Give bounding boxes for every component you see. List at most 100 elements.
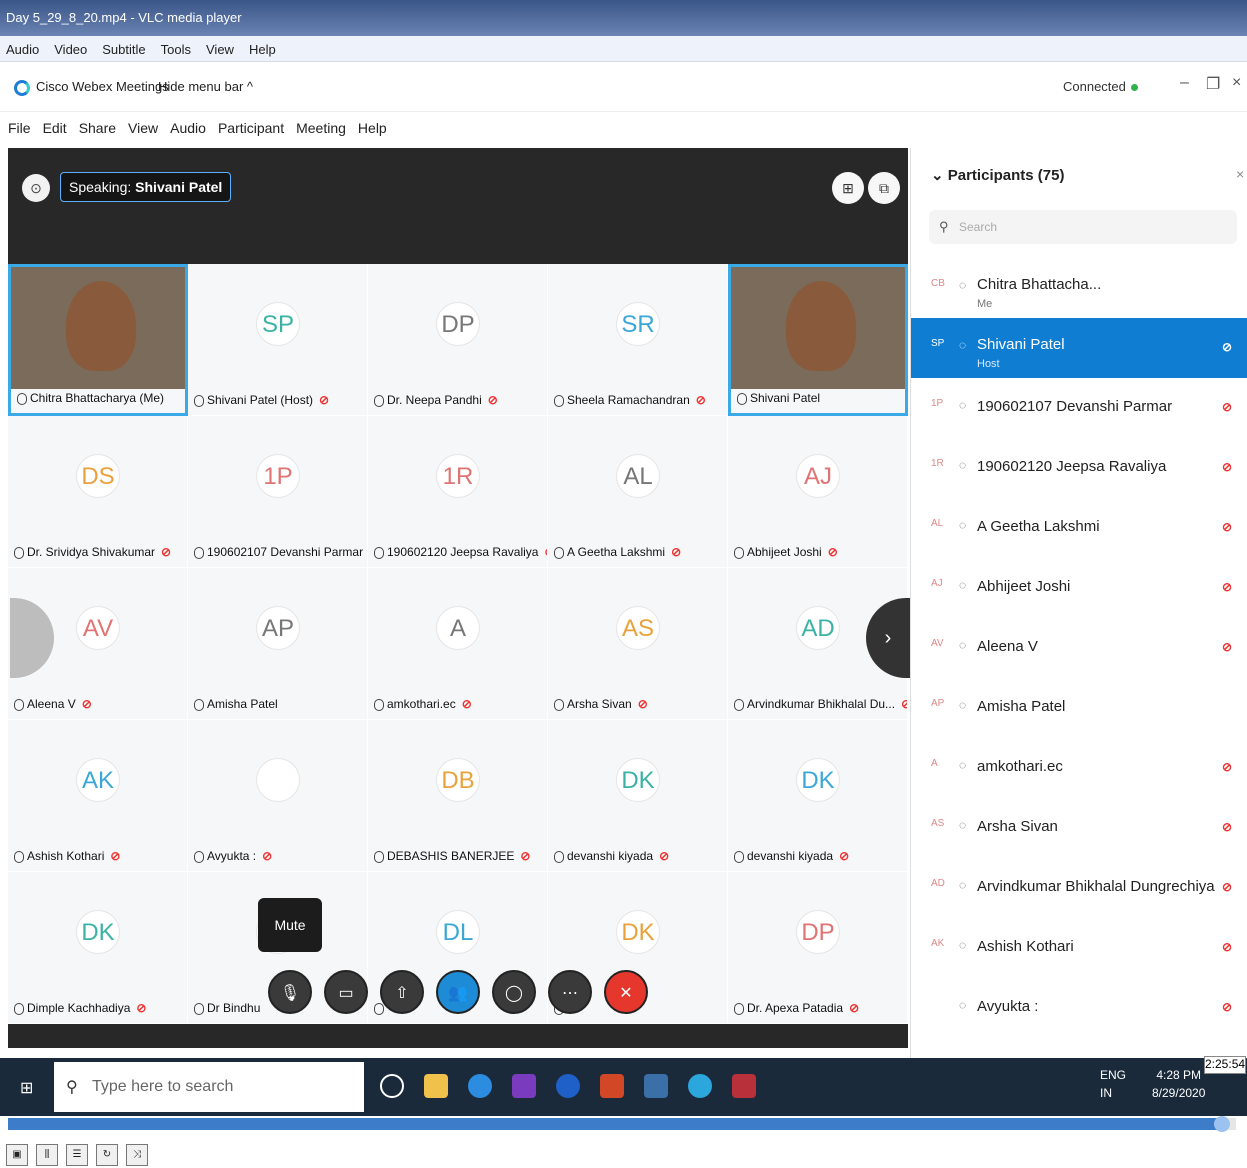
vlc-menu-item[interactable]: Audio (6, 42, 39, 57)
chat-button[interactable]: ◯ (492, 970, 536, 1014)
shuffle-icon[interactable]: ⤨ (126, 1144, 148, 1166)
participant-tile[interactable]: DK devanshi kiyada ⊘ (548, 720, 728, 872)
webex-menu-item[interactable]: Participant (218, 120, 284, 136)
language-indicator[interactable]: ENG IN (1100, 1068, 1126, 1100)
participant-list-item[interactable]: AV ◌ Aleena V ⊘ (911, 618, 1247, 678)
app-icon[interactable] (512, 1074, 536, 1098)
participant-tile[interactable]: DK devanshi kiyada ⊘ (728, 720, 908, 872)
seek-handle[interactable] (1213, 1116, 1230, 1132)
participant-list-item[interactable]: AL ◌ A Geetha Lakshmi ⊘ (911, 498, 1247, 558)
app-icon[interactable] (644, 1074, 668, 1098)
playlist-icon[interactable]: ☰ (66, 1144, 88, 1166)
participant-tile[interactable]: AS Arsha Sivan ⊘ (548, 568, 728, 720)
clock[interactable]: 4:28 PM 8/29/2020 (1152, 1066, 1205, 1102)
loop-icon[interactable]: ↻ (96, 1144, 118, 1166)
close-icon[interactable]: × (1232, 74, 1241, 92)
participant-tile[interactable]: Shivani Patel (728, 264, 908, 416)
participant-tile[interactable]: Avyukta : ⊘ (188, 720, 368, 872)
audio-icon: ◌ (959, 578, 967, 592)
vlc-menu-item[interactable]: Subtitle (102, 42, 145, 57)
muted-icon: ⊘ (110, 849, 121, 863)
webex-menu-item[interactable]: Share (79, 120, 116, 136)
microphone-icon (14, 1002, 24, 1015)
video-button[interactable]: ▭ (324, 970, 368, 1014)
grid-layout-button[interactable]: ⊞ (832, 172, 864, 204)
access-icon[interactable] (732, 1074, 756, 1098)
participant-tile[interactable]: SR Sheela Ramachandran ⊘ (548, 264, 728, 416)
participant-tile[interactable]: 1R 190602120 Jeepsa Ravaliya⊘ (368, 416, 548, 568)
participant-tile[interactable]: DP Dr. Neepa Pandhi ⊘ (368, 264, 548, 416)
participant-list-item[interactable]: AJ ◌ Abhijeet Joshi ⊘ (911, 558, 1247, 618)
participant-tile[interactable]: Chitra Bhattacharya (Me) (8, 264, 188, 416)
participant-name: Shivani Patel (Host) ⊘ (194, 393, 329, 407)
webex-menu-item[interactable]: File (8, 120, 31, 136)
webex-menu-item[interactable]: Audio (170, 120, 206, 136)
file-explorer-icon[interactable] (424, 1074, 448, 1098)
participant-list-item[interactable]: AP ◌ Amisha Patel (911, 678, 1247, 738)
leave-meeting-button[interactable]: ✕ (604, 970, 648, 1014)
participant-tile[interactable]: AJ Abhijeet Joshi ⊘ (728, 416, 908, 568)
system-tray: ENG IN (1100, 1066, 1126, 1102)
participant-list-item[interactable]: 1R ◌ 190602120 Jeepsa Ravaliya ⊘ (911, 438, 1247, 498)
edge-icon[interactable] (468, 1074, 492, 1098)
app-icon[interactable] (556, 1074, 580, 1098)
vlc-menu-item[interactable]: Help (249, 42, 276, 57)
participant-tile[interactable]: AK Ashish Kothari ⊘ (8, 720, 188, 872)
participant-tile[interactable]: SP Shivani Patel (Host) ⊘ (188, 264, 368, 416)
vlc-menu-item[interactable]: Tools (161, 42, 191, 57)
participant-list-item[interactable]: 1P ◌ 190602107 Devanshi Parmar ⊘ (911, 378, 1247, 438)
minimize-icon[interactable]: – (1180, 74, 1189, 92)
participant-list-name: 190602107 Devanshi Parmar (977, 398, 1173, 415)
mute-button[interactable]: 🎙 (268, 970, 312, 1014)
participant-tile[interactable]: DB DEBASHIS BANERJEE ⊘ (368, 720, 548, 872)
participant-tile[interactable]: DS Dr. Srividya Shivakumar ⊘ (8, 416, 188, 568)
seek-bar[interactable] (8, 1116, 1236, 1132)
participant-list-item[interactable]: SP ◌ Shivani Patel Host ⊘ (911, 318, 1247, 378)
connection-status[interactable]: Connected (1063, 79, 1138, 94)
pop-out-button[interactable]: ⧉ (868, 172, 900, 204)
vlc-menu-item[interactable]: View (206, 42, 234, 57)
close-panel-icon[interactable]: × (1236, 166, 1244, 182)
windows-start-icon[interactable]: ⊞ (20, 1078, 33, 1098)
vlc-menu-item[interactable]: Video (54, 42, 87, 57)
participant-tile[interactable]: Aamkothari.ec ⊘ (368, 568, 548, 720)
participant-name: Amisha Patel (194, 697, 278, 711)
participant-list-item[interactable]: A ◌ amkothari.ec ⊘ (911, 738, 1247, 798)
participant-tile[interactable]: AL A Geetha Lakshmi ⊘ (548, 416, 728, 568)
participant-name-text: Dr. Apexa Patadia (747, 1001, 844, 1015)
participant-list-item[interactable]: AS ◌ Arsha Sivan ⊘ (911, 798, 1247, 858)
participant-list-item[interactable]: AD ◌ Arvindkumar Bhikhalal Dungrechiya ⊘ (911, 858, 1247, 918)
audio-icon: ◌ (959, 758, 967, 772)
webex-menu-item[interactable]: Help (358, 120, 387, 136)
webex-taskbar-icon[interactable] (688, 1074, 712, 1098)
webex-menu-item[interactable]: Meeting (296, 120, 346, 136)
webex-menu-item[interactable]: Edit (43, 120, 67, 136)
speaker-view-button[interactable]: ⊙ (22, 174, 50, 202)
webex-menu-item[interactable]: View (128, 120, 158, 136)
search-icon: ⚲ (939, 219, 949, 234)
share-button[interactable]: ⇧ (380, 970, 424, 1014)
hide-menu-bar-button[interactable]: Hide menu bar ^ (158, 79, 253, 94)
participant-tile[interactable]: DK Dimple Kachhadiya ⊘ (8, 872, 188, 1024)
participants-title[interactable]: ⌄ Participants (75) (931, 166, 1064, 184)
participant-tile[interactable]: 1P 190602107 Devanshi Parmar⊘ (188, 416, 368, 568)
participant-list-item[interactable]: CB ◌ Chitra Bhattacha... Me (911, 258, 1247, 318)
participant-list-item[interactable]: AK ◌ Ashish Kothari ⊘ (911, 918, 1247, 978)
taskbar-search-input[interactable]: ⚲ Type here to search (54, 1062, 364, 1112)
participant-tile[interactable]: DP Dr. Apexa Patadia ⊘ (728, 872, 908, 1024)
equalizer-icon[interactable]: ⫼ (36, 1144, 58, 1166)
muted-icon: ⊘ (901, 697, 907, 711)
more-options-button[interactable]: ⋯ (548, 970, 592, 1014)
powerpoint-icon[interactable] (600, 1074, 624, 1098)
participants-button[interactable]: 👥 (436, 970, 480, 1014)
restore-icon[interactable]: ❐ (1206, 74, 1220, 94)
participant-search-input[interactable]: ⚲ Search (929, 210, 1237, 244)
webex-header: Cisco Webex Meetings Hide menu bar ^ Con… (0, 62, 1247, 112)
participant-name: Dr. Srividya Shivakumar ⊘ (14, 545, 171, 559)
participant-initials: CB (931, 278, 945, 289)
participant-tile[interactable]: AP Amisha Patel (188, 568, 368, 720)
participant-list-item[interactable]: ◌ Avyukta : ⊘ (911, 978, 1247, 1038)
muted-icon: ⊘ (1221, 1000, 1232, 1014)
task-view-icon[interactable] (380, 1074, 404, 1098)
frame-icon[interactable]: ▣ (6, 1144, 28, 1166)
